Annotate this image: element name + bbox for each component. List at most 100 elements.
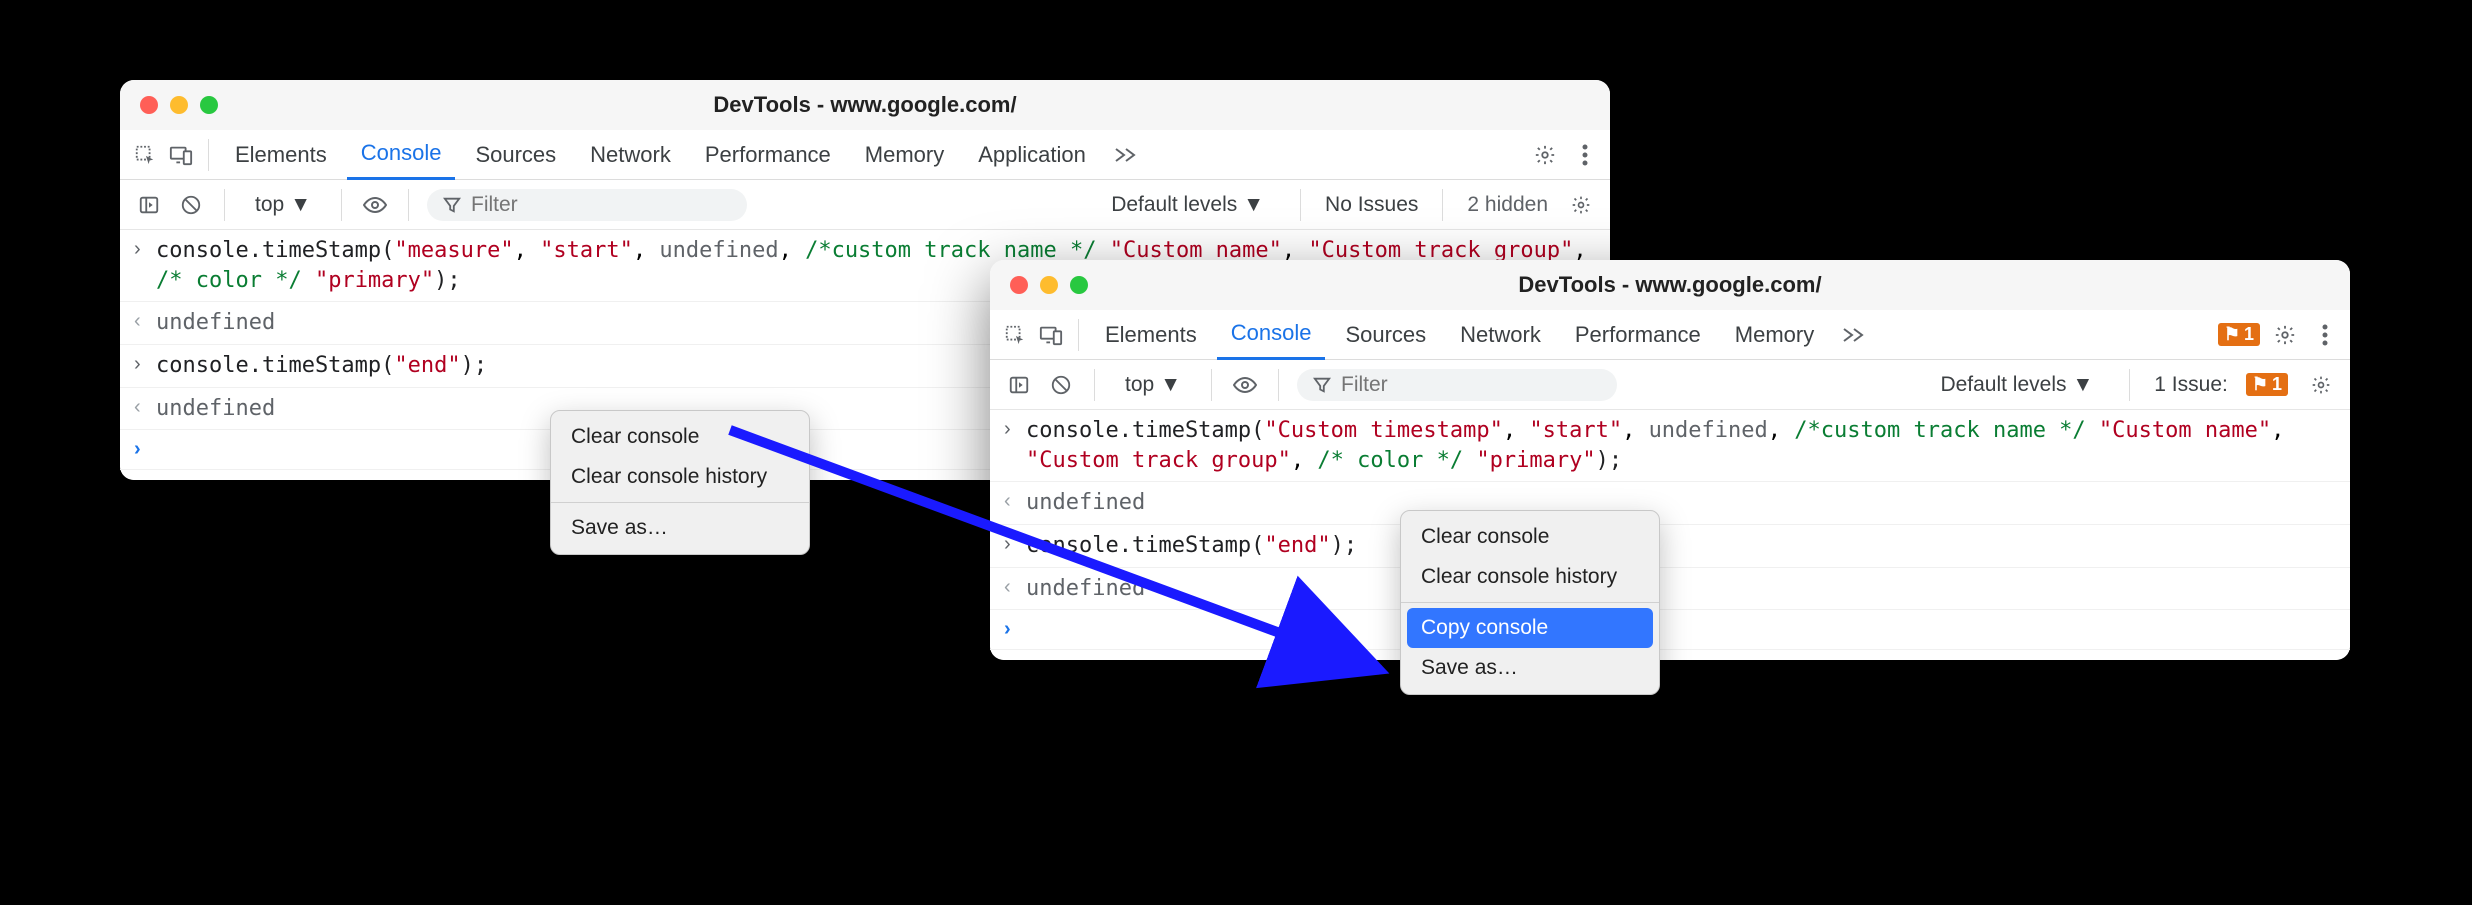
console-output-row: ‹ undefined xyxy=(990,568,2350,611)
main-tabs: Elements Console Sources Network Perform… xyxy=(120,130,1610,180)
gear-icon[interactable] xyxy=(1530,140,1560,170)
separator xyxy=(1078,319,1079,351)
context-menu: Clear console Clear console history Copy… xyxy=(1400,510,1660,695)
separator xyxy=(1401,602,1659,603)
menu-save-as[interactable]: Save as… xyxy=(1401,648,1659,688)
separator xyxy=(1300,189,1301,221)
context-label: top xyxy=(1125,373,1154,397)
context-label: top xyxy=(255,193,284,217)
tab-console[interactable]: Console xyxy=(347,130,456,180)
context-menu: Clear console Clear console history Save… xyxy=(550,410,810,555)
separator xyxy=(1211,369,1212,401)
return-arrow-icon: ‹ xyxy=(1004,574,1026,601)
issues-label[interactable]: No Issues xyxy=(1325,193,1418,217)
separator xyxy=(341,189,342,221)
context-selector[interactable]: top ▼ xyxy=(243,189,323,221)
console-output: undefined xyxy=(1026,488,2336,518)
filter-input[interactable] xyxy=(471,193,711,217)
sidebar-toggle-icon[interactable] xyxy=(1004,370,1034,400)
filter-box[interactable] xyxy=(1297,369,1617,401)
console-toolbar: top ▼ Default levels ▼ 1 Issue: ⚑1 xyxy=(990,360,2350,410)
inspect-icon[interactable] xyxy=(130,140,160,170)
console-body: › console.timeStamp("Custom timestamp", … xyxy=(990,410,2350,660)
minimize-icon[interactable] xyxy=(170,96,188,114)
chevron-right-icon: › xyxy=(134,351,156,378)
more-tabs-icon[interactable] xyxy=(1834,327,1874,343)
flag-icon: ⚑ xyxy=(2224,324,2240,345)
tab-memory[interactable]: Memory xyxy=(851,130,958,180)
more-tabs-icon[interactable] xyxy=(1106,147,1146,163)
close-icon[interactable] xyxy=(1010,276,1028,294)
console-output: undefined xyxy=(1026,574,2336,604)
tab-elements[interactable]: Elements xyxy=(221,130,341,180)
tab-console[interactable]: Console xyxy=(1217,310,1326,360)
sidebar-toggle-icon[interactable] xyxy=(134,190,164,220)
inspect-icon[interactable] xyxy=(1000,320,1030,350)
separator xyxy=(2129,369,2130,401)
console-toolbar: top ▼ Default levels ▼ No Issues 2 hidde… xyxy=(120,180,1610,230)
main-tabs: Elements Console Sources Network Perform… xyxy=(990,310,2350,360)
context-selector[interactable]: top ▼ xyxy=(1113,369,1193,401)
device-toggle-icon[interactable] xyxy=(166,140,196,170)
maximize-icon[interactable] xyxy=(1070,276,1088,294)
menu-save-as[interactable]: Save as… xyxy=(551,508,809,548)
menu-clear-console[interactable]: Clear console xyxy=(551,417,809,457)
separator xyxy=(551,502,809,503)
chevron-down-icon: ▼ xyxy=(2073,373,2094,397)
separator xyxy=(1442,189,1443,221)
minimize-icon[interactable] xyxy=(1040,276,1058,294)
gear-icon[interactable] xyxy=(2270,320,2300,350)
menu-clear-history[interactable]: Clear console history xyxy=(551,457,809,497)
tab-performance[interactable]: Performance xyxy=(691,130,845,180)
chevron-down-icon: ▼ xyxy=(1160,373,1181,397)
console-input-row[interactable]: › console.timeStamp("end"); xyxy=(990,525,2350,568)
tab-application[interactable]: Application xyxy=(964,130,1100,180)
window-title: DevTools - www.google.com/ xyxy=(120,92,1610,118)
device-toggle-icon[interactable] xyxy=(1036,320,1066,350)
flag-icon: ⚑ xyxy=(2252,374,2268,395)
separator xyxy=(208,139,209,171)
issue-badge[interactable]: ⚑1 xyxy=(2246,373,2288,396)
console-code: console.timeStamp("Custom timestamp", "s… xyxy=(1026,416,2336,475)
devtools-window-2: DevTools - www.google.com/ Elements Cons… xyxy=(990,260,2350,660)
clear-console-icon[interactable] xyxy=(1046,370,1076,400)
gear-icon[interactable] xyxy=(1566,190,1596,220)
console-code: console.timeStamp("end"); xyxy=(1026,531,2336,561)
console-input-row[interactable]: › console.timeStamp("Custom timestamp", … xyxy=(990,410,2350,482)
tab-elements[interactable]: Elements xyxy=(1091,310,1211,360)
levels-label: Default levels xyxy=(1940,373,2066,397)
close-icon[interactable] xyxy=(140,96,158,114)
clear-console-icon[interactable] xyxy=(176,190,206,220)
log-levels[interactable]: Default levels ▼ xyxy=(1099,189,1276,221)
levels-label: Default levels xyxy=(1111,193,1237,217)
separator xyxy=(1094,369,1095,401)
menu-clear-console[interactable]: Clear console xyxy=(1401,517,1659,557)
chevron-right-icon: › xyxy=(1004,416,1026,443)
separator xyxy=(224,189,225,221)
menu-clear-history[interactable]: Clear console history xyxy=(1401,557,1659,597)
issue-badge[interactable]: ⚑1 xyxy=(2218,323,2260,346)
hidden-count[interactable]: 2 hidden xyxy=(1467,193,1548,217)
filter-box[interactable] xyxy=(427,189,747,221)
kebab-icon[interactable] xyxy=(1570,140,1600,170)
titlebar[interactable]: DevTools - www.google.com/ xyxy=(990,260,2350,310)
maximize-icon[interactable] xyxy=(200,96,218,114)
console-prompt[interactable]: › xyxy=(990,610,2350,650)
issues-label[interactable]: 1 Issue: xyxy=(2154,373,2228,397)
titlebar[interactable]: DevTools - www.google.com/ xyxy=(120,80,1610,130)
tab-network[interactable]: Network xyxy=(576,130,685,180)
kebab-icon[interactable] xyxy=(2310,320,2340,350)
eye-icon[interactable] xyxy=(1230,370,1260,400)
chevron-right-icon: › xyxy=(1004,531,1026,558)
menu-copy-console[interactable]: Copy console xyxy=(1407,608,1653,648)
log-levels[interactable]: Default levels ▼ xyxy=(1928,369,2105,401)
gear-icon[interactable] xyxy=(2306,370,2336,400)
tab-performance[interactable]: Performance xyxy=(1561,310,1715,360)
tab-sources[interactable]: Sources xyxy=(1331,310,1440,360)
eye-icon[interactable] xyxy=(360,190,390,220)
tab-network[interactable]: Network xyxy=(1446,310,1555,360)
tab-memory[interactable]: Memory xyxy=(1721,310,1828,360)
separator xyxy=(408,189,409,221)
tab-sources[interactable]: Sources xyxy=(461,130,570,180)
filter-input[interactable] xyxy=(1341,373,1581,397)
